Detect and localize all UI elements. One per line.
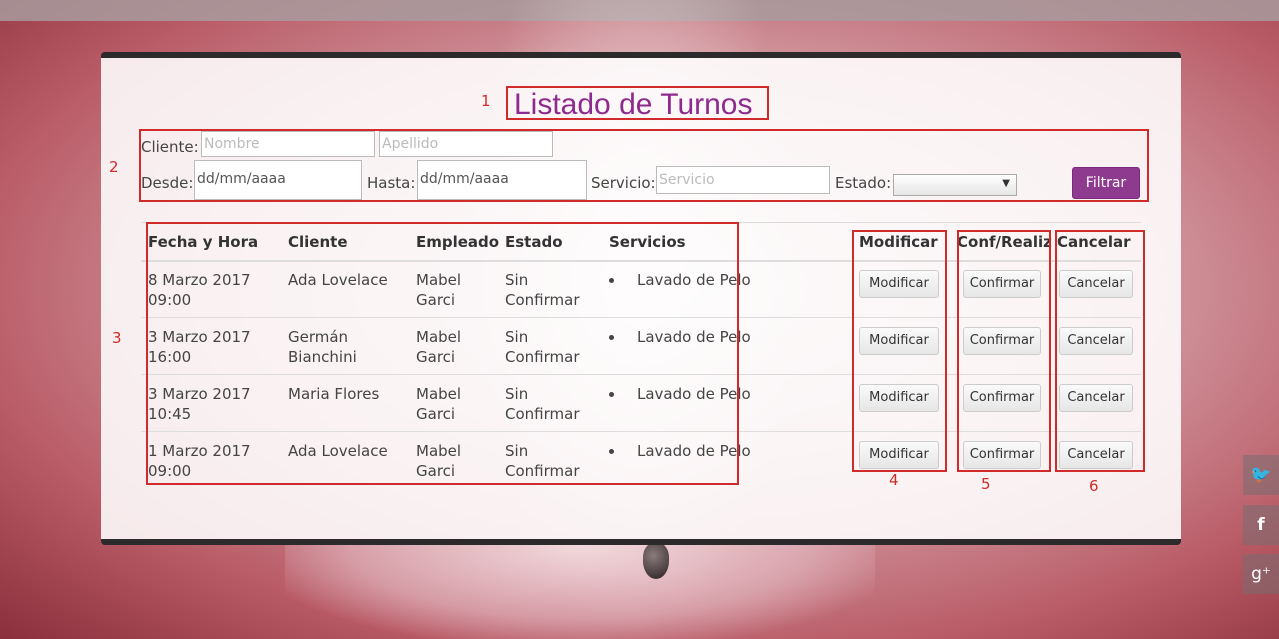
desde-label: Desde: [141,174,194,192]
facebook-icon[interactable]: f [1243,505,1279,545]
apellido-input[interactable] [379,131,553,157]
hasta-date-input[interactable]: dd/mm/aaaa [417,160,587,200]
annotation-box-5 [957,230,1051,472]
annotation-number-4: 4 [889,471,899,489]
annotation-box-6 [1055,230,1145,472]
annotation-box-1 [506,86,769,120]
servicio-input[interactable] [656,166,830,194]
chevron-down-icon: ▼ [1002,178,1010,189]
filtrar-button[interactable]: Filtrar [1072,167,1140,199]
annotation-number-2: 2 [109,158,119,176]
cliente-label: Cliente: [141,138,199,156]
hasta-label: Hasta: [367,174,416,192]
annotation-number-3: 3 [112,329,122,347]
annotation-box-3 [146,222,739,485]
google-plus-icon[interactable]: g⁺ [1243,554,1279,594]
annotation-box-4 [852,230,947,472]
desde-date-input[interactable]: dd/mm/aaaa [194,160,362,200]
annotation-number-6: 6 [1089,477,1099,495]
servicio-label: Servicio: [591,174,656,192]
annotation-number-1: 1 [481,92,491,110]
background-photo-neck [285,545,875,639]
annotation-number-5: 5 [981,475,991,493]
twitter-icon[interactable]: 🐦 [1243,455,1279,495]
nombre-input[interactable] [201,131,375,157]
estado-label: Estado: [835,174,892,192]
main-panel: Listado de Turnos 1 2 Cliente: Desde: dd… [101,52,1181,545]
estado-select[interactable]: ▼ [893,174,1017,196]
pendant-image [643,543,669,579]
